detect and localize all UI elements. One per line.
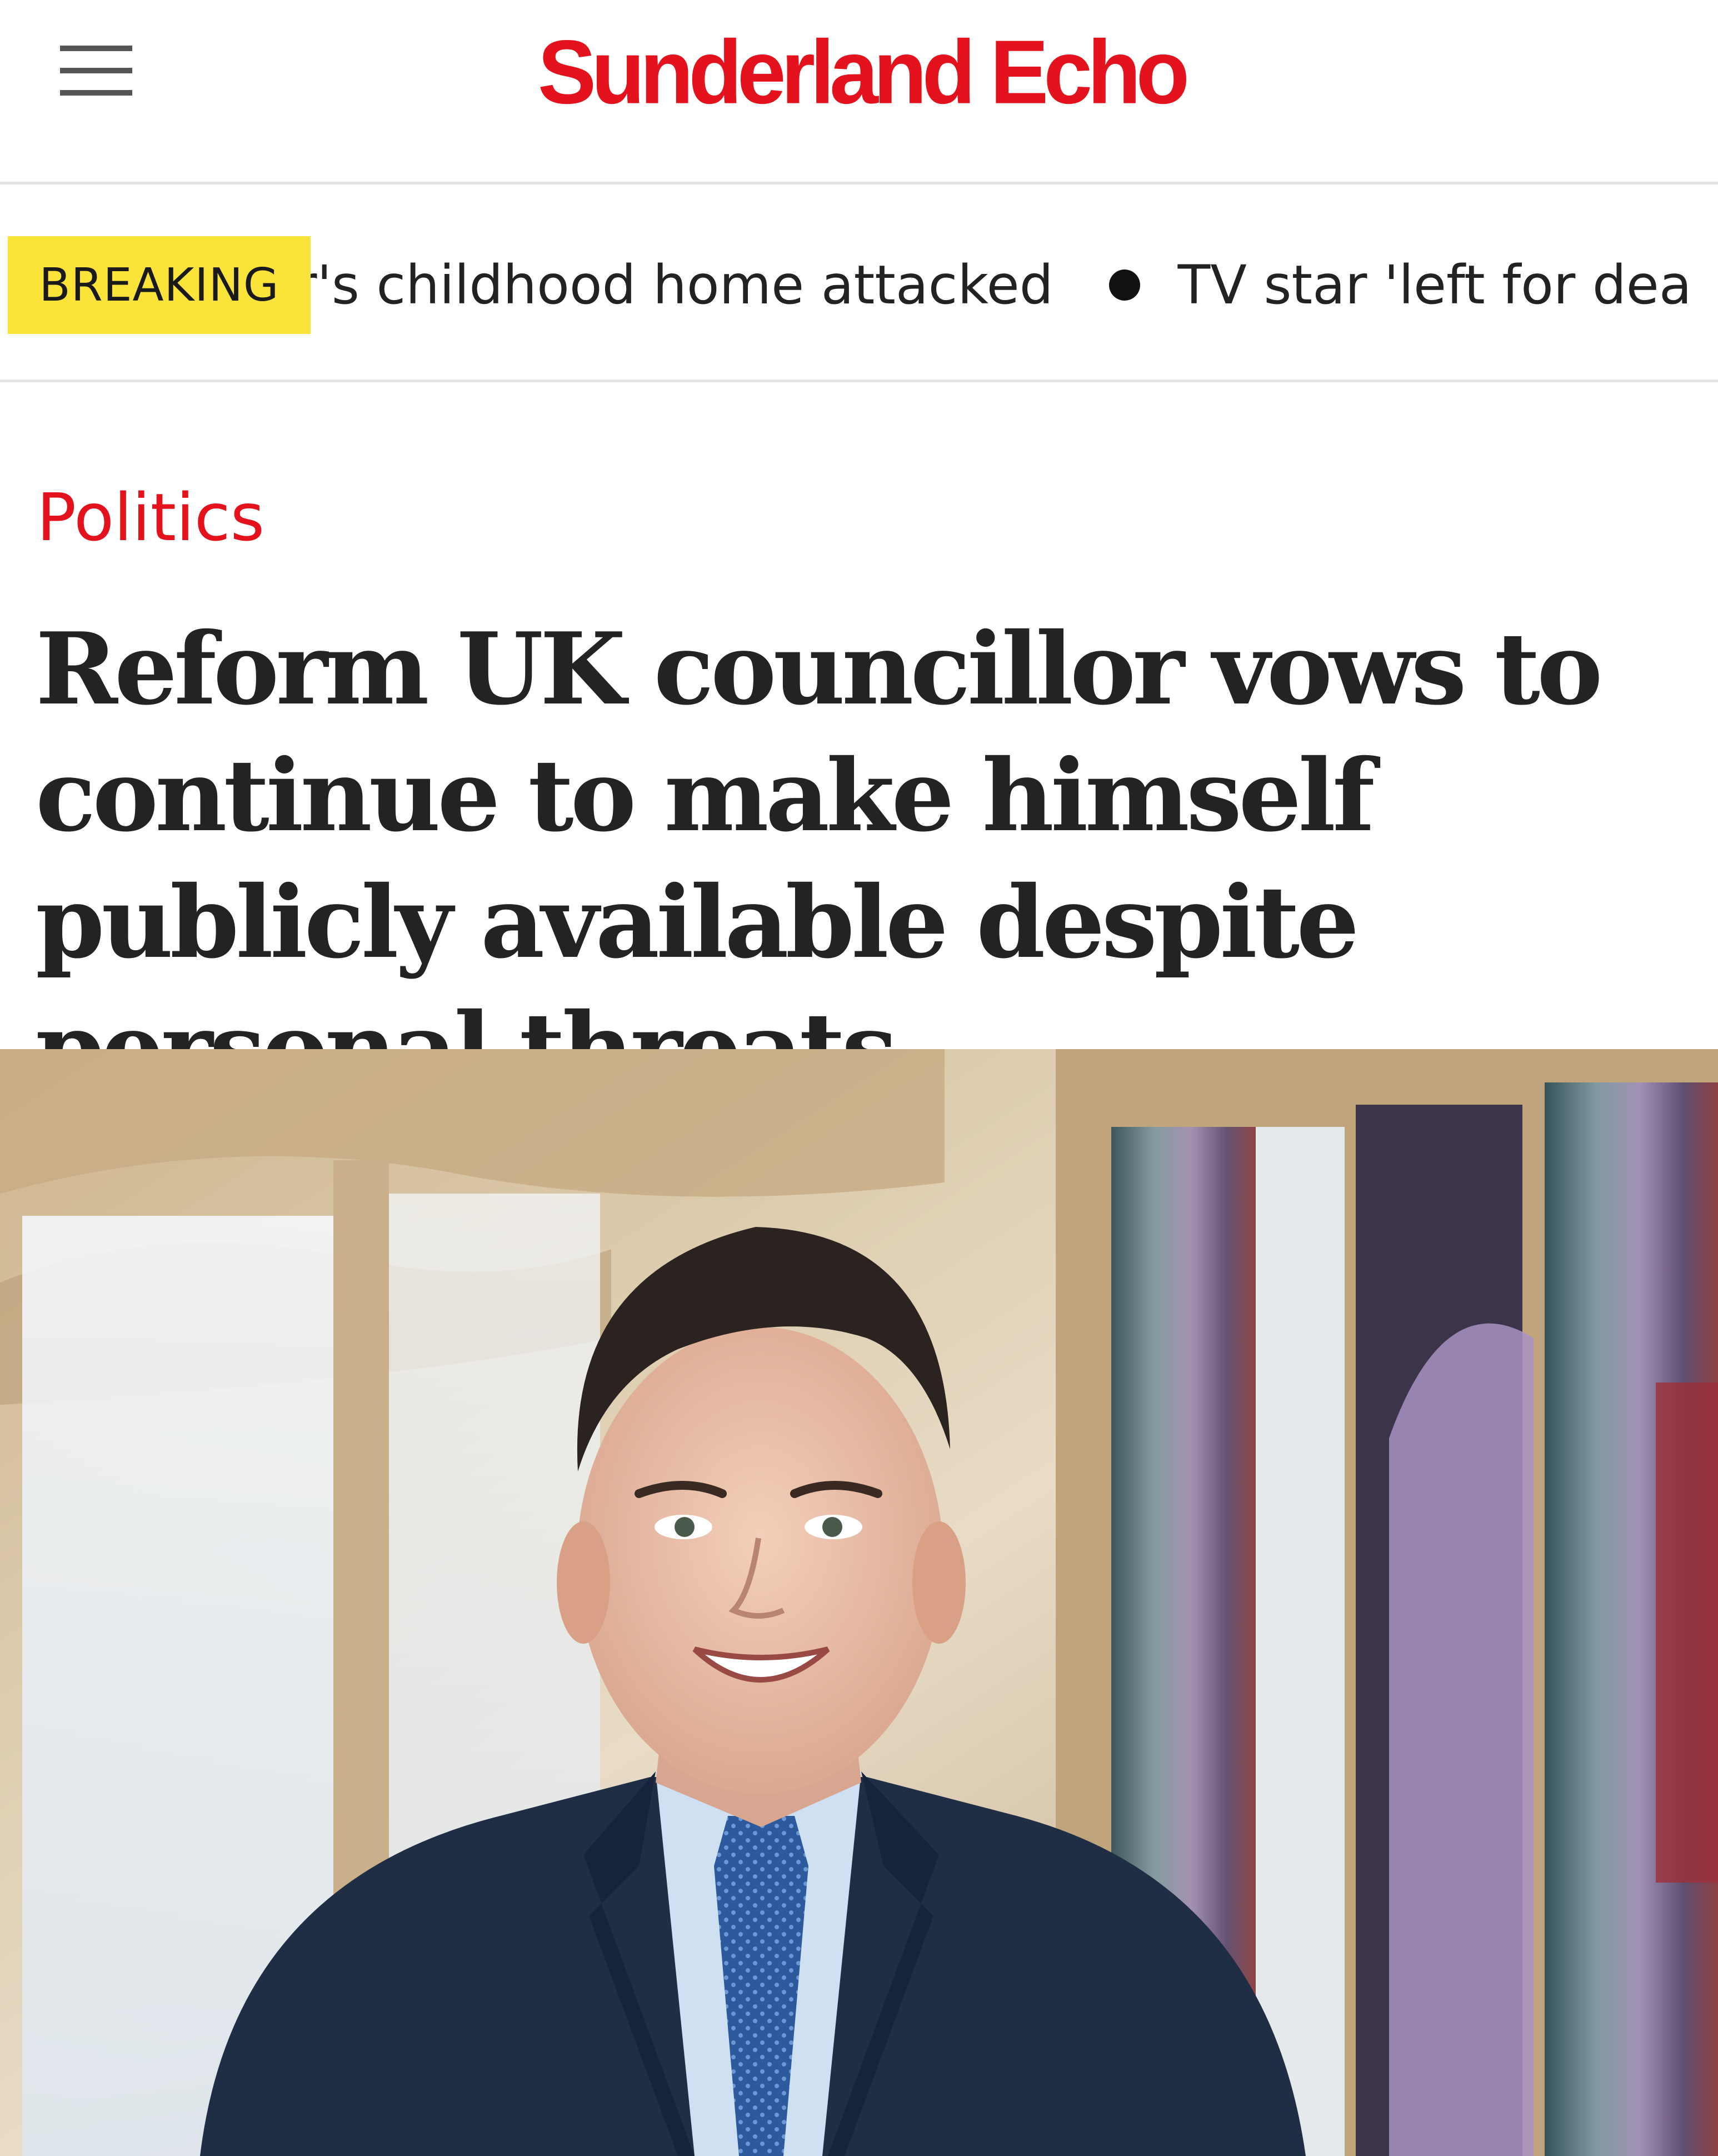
- site-logo[interactable]: Sunderland Echo: [489, 21, 1233, 123]
- article-page: Sunderland Echo BREAKING r's childhood h…: [0, 0, 1718, 2156]
- ticker-inner: r's childhood home attacked TV star 'lef…: [311, 236, 1693, 334]
- menu-bar-middle: [60, 68, 132, 73]
- ticker-separator-dot-icon: [1108, 270, 1140, 301]
- site-header: Sunderland Echo: [0, 0, 1718, 184]
- hero-photo-illustration: [0, 1049, 1718, 2156]
- breaking-news-ticker: BREAKING r's childhood home attacked TV …: [0, 184, 1718, 382]
- ticker-item[interactable]: r's childhood home attacked: [311, 254, 1055, 316]
- article-headline: Reform UK councillor vows to continue to…: [36, 611, 1603, 1107]
- breaking-badge: BREAKING: [8, 236, 311, 334]
- menu-bar-top: [60, 46, 132, 51]
- ticker-track: r's childhood home attacked TV star 'lef…: [311, 236, 1718, 334]
- hamburger-menu-icon[interactable]: [60, 46, 132, 96]
- section-label[interactable]: Politics: [37, 479, 264, 556]
- ticker-item[interactable]: TV star 'left for dea: [1177, 254, 1693, 316]
- hero-photo: [0, 1049, 1718, 2156]
- menu-bar-bottom: [60, 90, 132, 96]
